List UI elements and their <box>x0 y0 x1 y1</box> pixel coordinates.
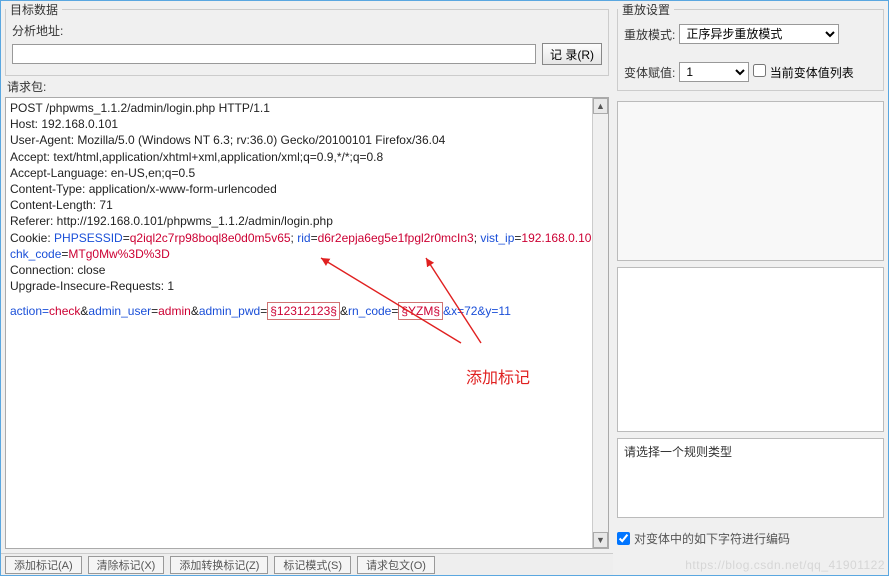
http-line: Connection: close <box>10 262 604 278</box>
scrollbar[interactable]: ▲ ▼ <box>592 98 608 548</box>
request-packet-button[interactable]: 请求包文(O) <box>357 556 435 574</box>
replay-settings-fieldset: 重放设置 重放模式: 正序异步重放模式 变体赋值: 1 当前变体值 <box>617 1 884 91</box>
http-line: Referer: http://192.168.0.101/phpwms_1.1… <box>10 213 604 229</box>
record-button[interactable]: 记 录(R) <box>542 43 602 65</box>
encode-checkbox-row[interactable]: 对变体中的如下字符进行编码 <box>613 524 888 553</box>
request-body[interactable]: POST /phpwms_1.1.2/admin/login.php HTTP/… <box>5 97 609 549</box>
var-list-checkbox[interactable] <box>753 64 766 77</box>
scroll-down-icon[interactable]: ▼ <box>593 532 608 548</box>
rule-panel: 请选择一个规则类型 <box>617 438 884 518</box>
http-line: Upgrade-Insecure-Requests: 1 <box>10 278 604 294</box>
clear-marker-button[interactable]: 清除标记(X) <box>88 556 165 574</box>
http-line: Content-Type: application/x-www-form-url… <box>10 181 604 197</box>
bottom-toolbar: 添加标记(A) 清除标记(X) 添加转换标记(Z) 标记模式(S) 请求包文(O… <box>1 553 613 575</box>
var-list-checkbox-label[interactable]: 当前变体值列表 <box>753 64 853 81</box>
http-line: Accept: text/html,application/xhtml+xml,… <box>10 149 604 165</box>
replay-settings-legend: 重放设置 <box>618 1 674 18</box>
rule-placeholder: 请选择一个规则类型 <box>624 445 732 459</box>
target-data-fieldset: 目标数据 分析地址: 记 录(R) <box>5 1 609 76</box>
http-cookie-line: Cookie: PHPSESSID=q2iql2c7rp98boql8e0d0m… <box>10 230 604 262</box>
blank-panel <box>617 267 884 432</box>
encode-checkbox[interactable] <box>617 532 630 545</box>
target-data-legend: 目标数据 <box>6 1 62 18</box>
http-line: Host: 192.168.0.101 <box>10 116 604 132</box>
replay-mode-select[interactable]: 正序异步重放模式 <box>679 24 839 44</box>
http-line: Accept-Language: en-US,en;q=0.5 <box>10 165 604 181</box>
replay-mode-label: 重放模式: <box>624 26 675 43</box>
var-label: 变体赋值: <box>624 64 675 81</box>
http-line: POST /phpwms_1.1.2/admin/login.php HTTP/… <box>10 100 604 116</box>
add-marker-button[interactable]: 添加标记(A) <box>5 556 82 574</box>
analyze-addr-label: 分析地址: <box>12 22 63 39</box>
scroll-up-icon[interactable]: ▲ <box>593 98 608 114</box>
add-convert-marker-button[interactable]: 添加转换标记(Z) <box>170 556 268 574</box>
marker-rncode: §YZM§ <box>398 302 443 320</box>
list-panel <box>617 101 884 261</box>
var-value-select[interactable]: 1 <box>679 62 749 82</box>
marker-mode-button[interactable]: 标记模式(S) <box>274 556 351 574</box>
marker-pwd: §12312123§ <box>267 302 340 320</box>
http-line: User-Agent: Mozilla/5.0 (Windows NT 6.3;… <box>10 132 604 148</box>
request-label: 请求包: <box>5 78 609 97</box>
analyze-addr-input[interactable] <box>12 44 536 64</box>
http-body-line: action=check&admin_user=admin&admin_pwd=… <box>10 302 604 320</box>
annotation-label: 添加标记 <box>466 368 530 390</box>
http-line: Content-Length: 71 <box>10 197 604 213</box>
